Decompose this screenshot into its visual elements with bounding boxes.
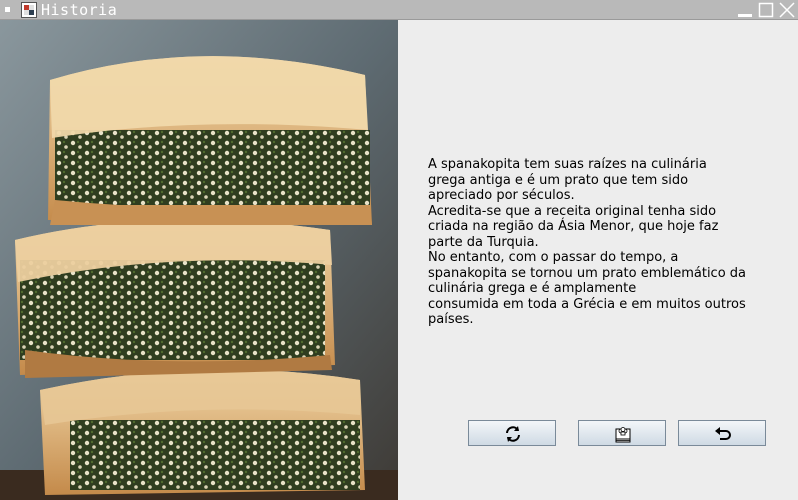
system-menu-icon[interactable] xyxy=(5,7,10,12)
history-window: Historia A spanakopita tem suas raízes n… xyxy=(0,0,798,500)
minimize-icon[interactable] xyxy=(736,1,754,19)
refresh-icon xyxy=(506,426,520,442)
close-icon[interactable] xyxy=(778,1,796,19)
app-icon xyxy=(21,2,37,18)
spanakopita-photo xyxy=(0,20,398,500)
maximize-icon[interactable] xyxy=(757,1,775,19)
undo-arrow-icon xyxy=(715,427,731,440)
title-bar[interactable]: Historia xyxy=(0,0,798,20)
history-text: A spanakopita tem suas raízes na culinár… xyxy=(428,157,747,327)
chef-book-icon xyxy=(615,427,631,443)
refresh-button[interactable] xyxy=(468,420,556,446)
recipe-button[interactable] xyxy=(578,420,666,446)
back-button[interactable] xyxy=(678,420,766,446)
window-title: Historia xyxy=(41,1,118,19)
